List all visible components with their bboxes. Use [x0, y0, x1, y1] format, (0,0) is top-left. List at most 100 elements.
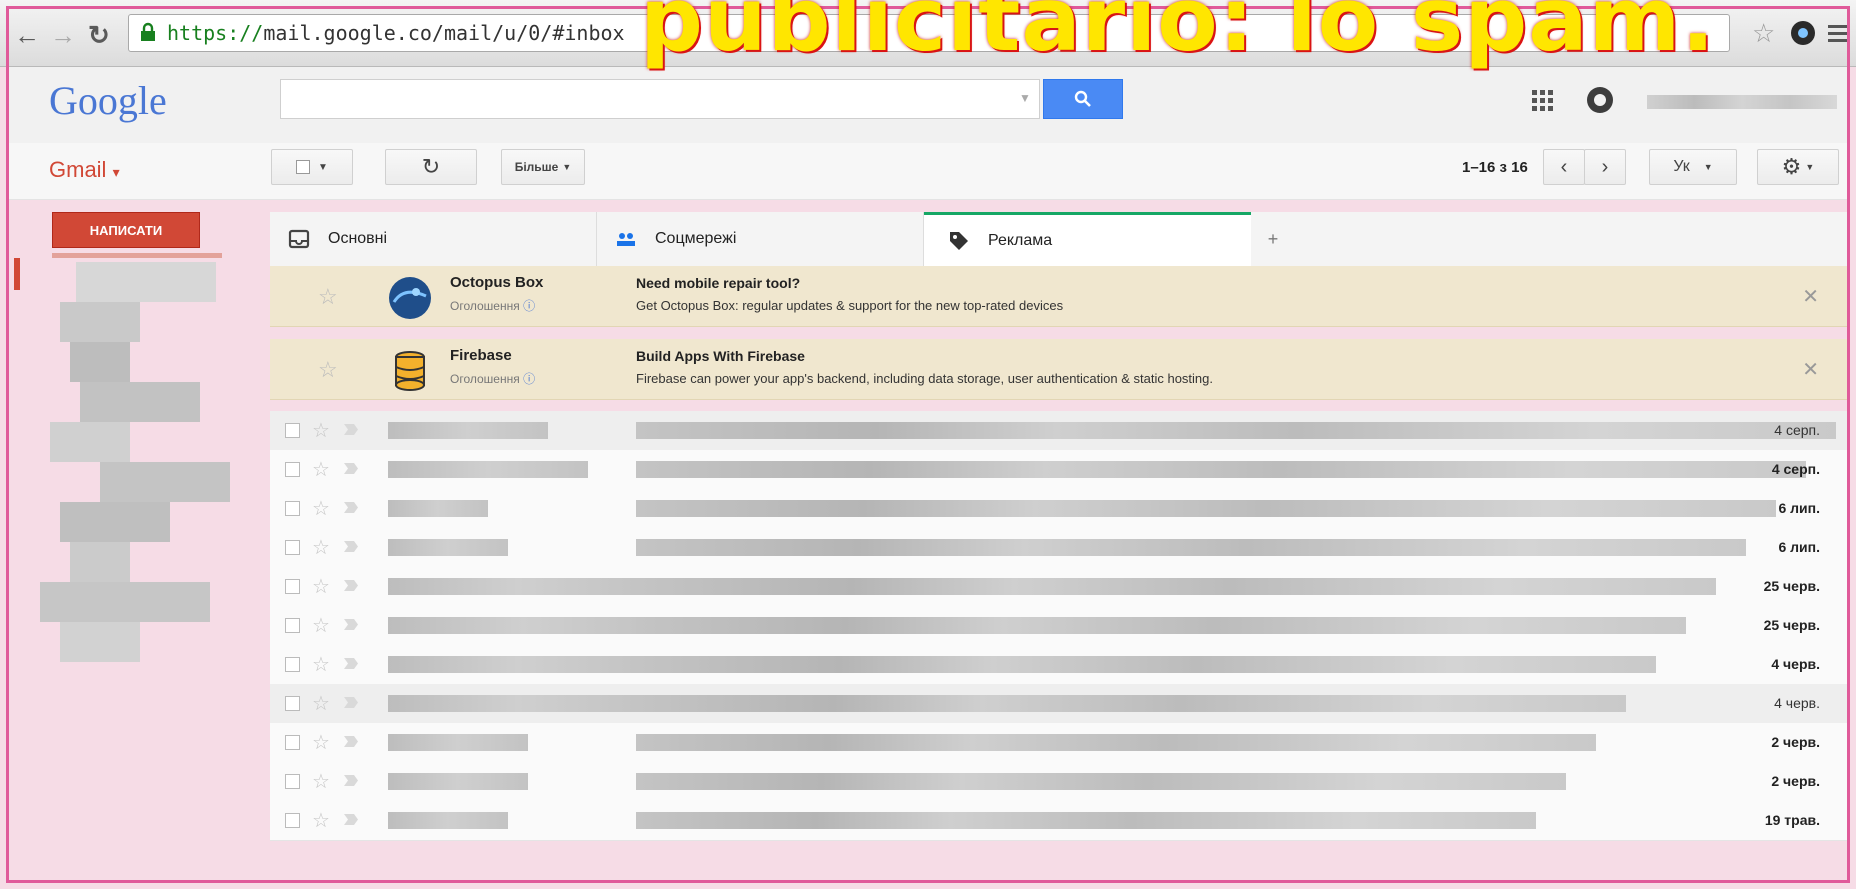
star-icon[interactable]: ☆: [312, 418, 330, 443]
star-icon[interactable]: ☆: [312, 496, 330, 521]
notifications-icon[interactable]: [1587, 87, 1613, 113]
select-checkbox-button[interactable]: ▼: [271, 149, 353, 185]
tab-primary[interactable]: Основні: [270, 212, 597, 266]
compose-shadow: [52, 253, 222, 258]
row-checkbox[interactable]: [285, 813, 300, 828]
row-checkbox[interactable]: [285, 423, 300, 438]
table-row[interactable]: ☆ 19 трав.: [270, 801, 1847, 841]
chevron-down-icon: ▼: [562, 162, 572, 172]
importance-marker-icon[interactable]: [344, 697, 358, 708]
table-row[interactable]: ☆ 2 черв.: [270, 723, 1847, 763]
input-language-button[interactable]: Ук ▼: [1649, 149, 1737, 185]
more-button[interactable]: Більше ▼: [501, 149, 585, 185]
pagination-count: 1–16 з 16: [1462, 159, 1528, 176]
star-icon[interactable]: ☆: [312, 730, 330, 755]
mail-date: 4 черв.: [1771, 656, 1820, 672]
row-checkbox[interactable]: [285, 696, 300, 711]
row-checkbox[interactable]: [285, 657, 300, 672]
account-name-redacted[interactable]: [1647, 95, 1837, 109]
importance-marker-icon[interactable]: [344, 502, 358, 513]
table-row[interactable]: ☆ 6 лип.: [270, 528, 1847, 568]
mail-date: 25 черв.: [1763, 617, 1820, 633]
row-checkbox[interactable]: [285, 540, 300, 555]
chevron-down-icon: ▾: [112, 164, 120, 180]
table-row[interactable]: ☆ 4 черв.: [270, 684, 1847, 724]
active-folder-marker: [14, 258, 20, 290]
tab-promotions[interactable]: Реклама: [924, 212, 1251, 266]
subject-redacted: [636, 539, 1746, 556]
back-arrow-icon[interactable]: ←: [14, 20, 40, 51]
importance-marker-icon[interactable]: [344, 775, 358, 786]
google-logo[interactable]: Google: [49, 77, 167, 124]
add-tab-button[interactable]: +: [1251, 212, 1295, 266]
ad-row[interactable]: ☆ Octopus Box Оголошення ⓘ Need mobile r…: [270, 266, 1847, 327]
newer-button[interactable]: ‹: [1543, 149, 1585, 185]
search-button[interactable]: [1043, 79, 1123, 119]
star-icon[interactable]: ☆: [312, 535, 330, 560]
menu-icon[interactable]: [1828, 24, 1848, 42]
search-options-chevron-icon[interactable]: ▼: [1019, 91, 1031, 105]
row-checkbox[interactable]: [285, 501, 300, 516]
row-checkbox[interactable]: [285, 774, 300, 789]
star-icon[interactable]: ☆: [312, 808, 330, 833]
gmail-label: Gmail: [49, 157, 107, 182]
star-icon[interactable]: ☆: [312, 574, 330, 599]
table-row[interactable]: ☆ 6 лип.: [270, 489, 1847, 529]
importance-marker-icon[interactable]: [344, 580, 358, 591]
row-checkbox[interactable]: [285, 735, 300, 750]
table-row[interactable]: ☆ 2 черв.: [270, 762, 1847, 802]
table-row[interactable]: ☆ 25 черв.: [270, 567, 1847, 607]
row-checkbox[interactable]: [285, 462, 300, 477]
settings-button[interactable]: ⚙ ▼: [1757, 149, 1839, 185]
info-icon[interactable]: ⓘ: [523, 372, 535, 386]
importance-marker-icon[interactable]: [344, 736, 358, 747]
star-icon[interactable]: ☆: [312, 691, 330, 716]
table-row[interactable]: ☆ 25 черв.: [270, 606, 1847, 646]
sender-redacted: [388, 656, 648, 673]
refresh-button[interactable]: ↻: [385, 149, 477, 185]
sender-redacted: [388, 539, 508, 556]
row-checkbox[interactable]: [285, 579, 300, 594]
importance-marker-icon[interactable]: [344, 541, 358, 552]
table-row[interactable]: ☆ 4 серп.: [270, 411, 1847, 451]
info-icon[interactable]: ⓘ: [523, 299, 535, 313]
sender-redacted: [388, 695, 648, 712]
table-row[interactable]: ☆ 4 серп.: [270, 450, 1847, 490]
table-row[interactable]: ☆ 4 черв.: [270, 645, 1847, 685]
bookmark-star-icon[interactable]: ☆: [1752, 18, 1775, 49]
search-input[interactable]: [280, 79, 1040, 119]
importance-marker-icon[interactable]: [344, 814, 358, 825]
star-icon[interactable]: ☆: [312, 613, 330, 638]
reload-icon[interactable]: ↻: [88, 20, 110, 51]
star-icon[interactable]: ☆: [312, 457, 330, 482]
gear-icon: ⚙: [1781, 154, 1802, 179]
close-icon[interactable]: ✕: [1802, 357, 1819, 382]
tab-social[interactable]: Соцмережі: [597, 212, 924, 266]
star-icon[interactable]: ☆: [312, 652, 330, 677]
sender-redacted: [388, 773, 528, 790]
star-icon[interactable]: ☆: [312, 769, 330, 794]
star-icon[interactable]: ☆: [318, 284, 338, 310]
sender-redacted: [388, 578, 648, 595]
star-icon[interactable]: ☆: [318, 357, 338, 383]
url-host: mail.google.co: [263, 21, 432, 45]
mail-date: 19 трав.: [1764, 812, 1820, 828]
forward-arrow-icon[interactable]: →: [50, 20, 76, 51]
sender-redacted: [388, 422, 548, 439]
row-checkbox[interactable]: [285, 618, 300, 633]
extension-icon[interactable]: [1790, 20, 1816, 46]
importance-marker-icon[interactable]: [344, 619, 358, 630]
sender-redacted: [388, 734, 528, 751]
importance-marker-icon[interactable]: [344, 463, 358, 474]
importance-marker-icon[interactable]: [344, 658, 358, 669]
mail-date: 2 черв.: [1771, 773, 1820, 789]
older-button[interactable]: ›: [1584, 149, 1626, 185]
compose-button[interactable]: НАПИСАТИ: [52, 212, 200, 248]
slide-frame: publicitario: lo spam. ← → ↻ https://mai…: [0, 0, 1856, 889]
close-icon[interactable]: ✕: [1802, 284, 1819, 309]
ad-row[interactable]: ☆ Firebase Оголошення ⓘ Build Apps With …: [270, 339, 1847, 400]
inbox-icon: [288, 229, 310, 249]
importance-marker-icon[interactable]: [344, 424, 358, 435]
gmail-menu-button[interactable]: Gmail ▾: [49, 157, 120, 183]
apps-grid-icon[interactable]: [1531, 89, 1555, 113]
